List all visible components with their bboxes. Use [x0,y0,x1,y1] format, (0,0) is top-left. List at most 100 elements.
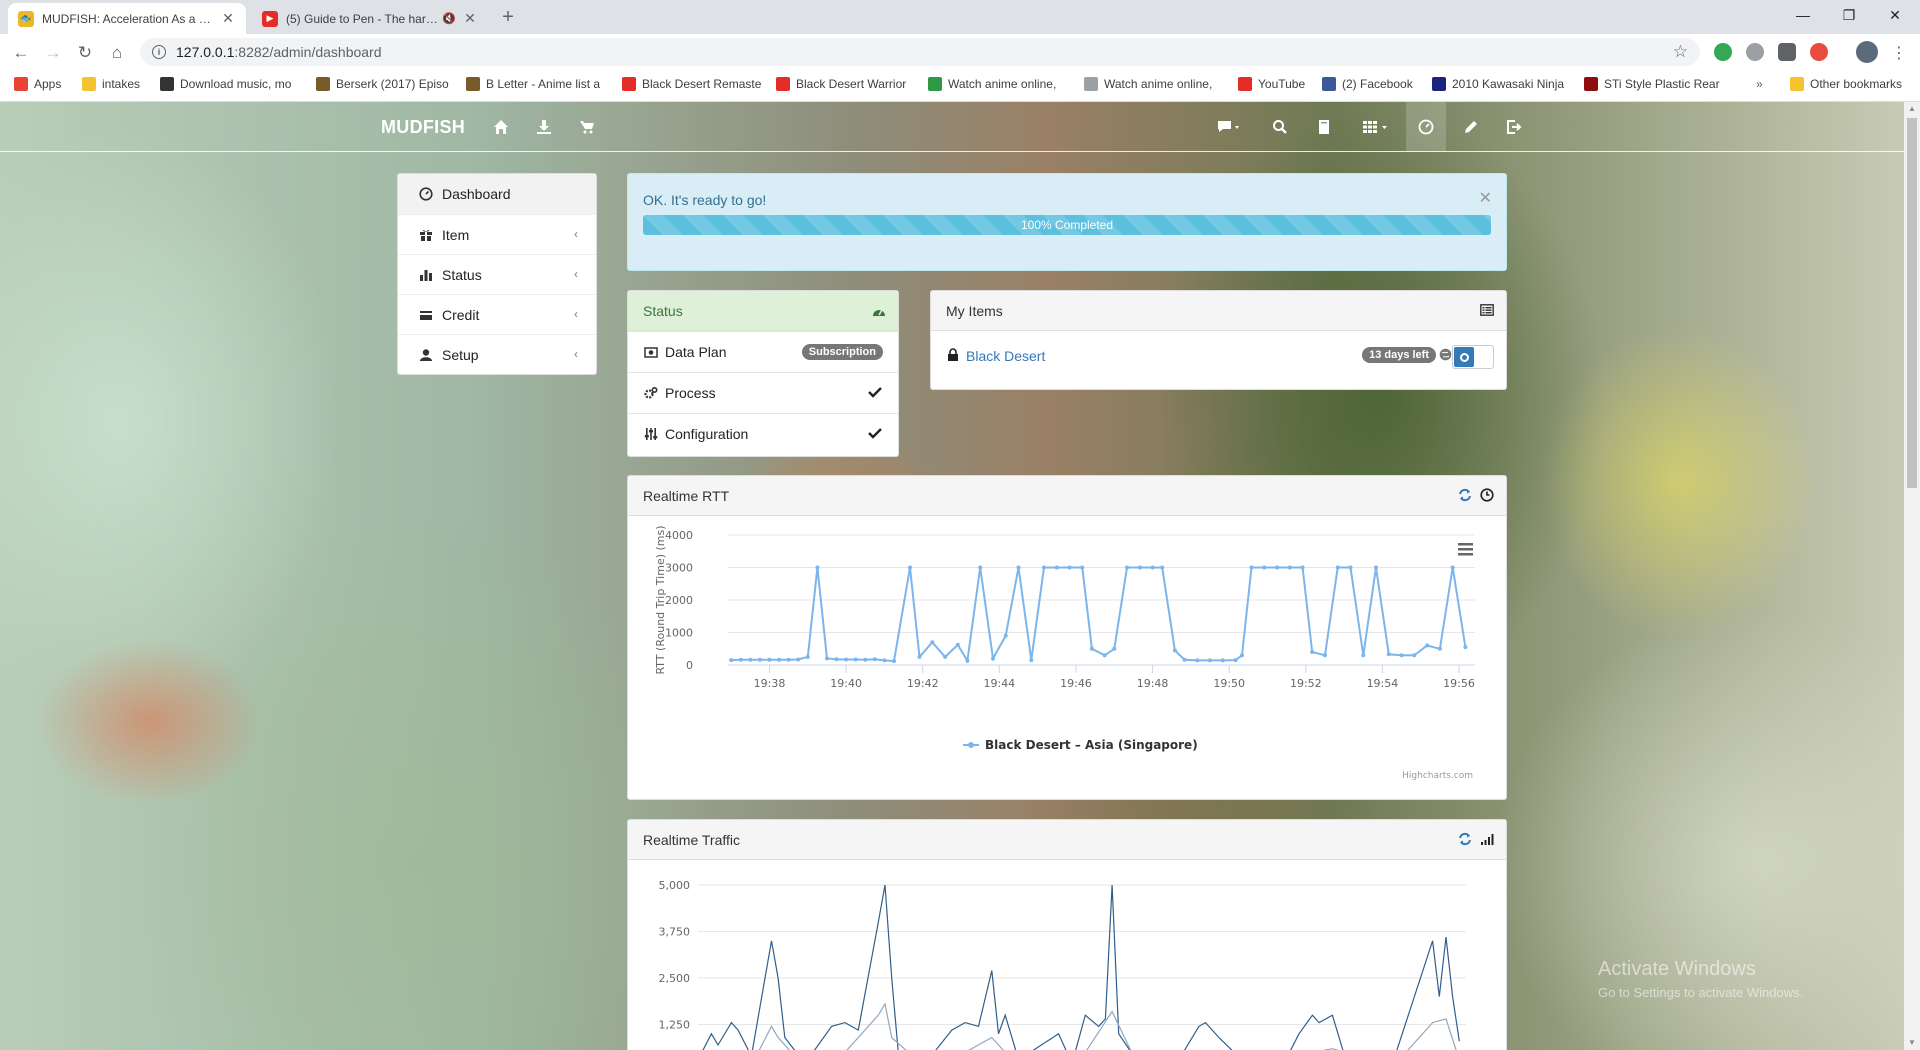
minimize-window-button[interactable]: — [1780,0,1826,30]
bookmark-favicon-icon [776,77,790,91]
item-link[interactable]: Black Desert [966,348,1045,364]
site-info-icon[interactable]: i [152,45,166,59]
close-tab-icon[interactable]: ✕ [462,10,478,27]
data-point [767,657,772,662]
clock-icon[interactable] [1480,488,1494,505]
data-point [1425,643,1430,648]
bookmark-item[interactable]: Watch anime online, [1084,77,1212,91]
forward-button[interactable]: → [40,40,66,66]
home-button[interactable]: ⌂ [104,40,130,66]
speaker-mute-icon[interactable]: 🔇 [442,12,456,25]
edit-pencil-icon[interactable] [1458,114,1484,140]
signal-bars-icon[interactable] [1480,832,1494,849]
tab-mudfish[interactable]: 🐟 MUDFISH: Acceleration As a Ser ✕ [8,3,246,34]
close-window-button[interactable]: ✕ [1872,0,1918,30]
bookmark-item[interactable]: Apps [14,77,61,91]
reload-button[interactable]: ↻ [72,40,98,66]
bookmark-star-icon[interactable]: ☆ [1673,42,1688,62]
x-tick-label: 19:46 [1060,677,1092,690]
bookmark-item[interactable]: 2010 Kawasaki Ninja [1432,77,1564,91]
data-point [1287,565,1292,570]
bookmark-favicon-icon [1322,77,1336,91]
search-icon[interactable] [1267,114,1293,140]
data-point [882,658,887,663]
bookmark-item[interactable]: Black Desert Remaste [622,77,761,91]
sidebar-item-credit[interactable]: Credit ‹ [398,294,596,334]
close-alert-icon[interactable]: ✕ [1479,188,1492,208]
extension-icon[interactable] [1714,43,1732,61]
y-axis-title: RTT (Round Trip Time) (ms) [654,525,667,674]
apps-grid-dropdown-icon[interactable] [1358,114,1394,140]
data-point [1016,565,1021,570]
bookmarks-overflow-icon[interactable]: » [1756,77,1763,91]
apps-grid-icon [14,77,28,91]
maximize-window-button[interactable]: ❐ [1826,0,1872,30]
x-tick-label: 19:54 [1367,677,1399,690]
bookmark-item[interactable]: intakes [82,77,140,91]
data-point [1262,565,1267,570]
refresh-icon[interactable] [1458,832,1472,849]
page-scrollbar[interactable]: ▲ ▼ [1904,102,1920,1050]
ublock-extension-icon[interactable] [1810,43,1828,61]
refresh-icon[interactable] [1458,488,1472,505]
data-point [757,657,762,662]
game-lock-icon [946,347,960,365]
sidebar-item-setup[interactable]: Setup ‹ [398,334,596,374]
data-point [1112,646,1117,651]
series-line [731,566,1467,664]
dashboard-nav-icon[interactable] [1406,102,1446,152]
scrollbar-thumb[interactable] [1907,118,1917,488]
bookmark-favicon-icon [82,77,96,91]
address-bar[interactable]: i 127.0.0.1:8282/admin/dashboard ☆ [140,38,1700,66]
scroll-up-arrow-icon[interactable]: ▲ [1904,102,1920,116]
messages-dropdown-icon[interactable] [1212,114,1246,140]
x-tick-label: 19:42 [907,677,939,690]
data-point [834,657,839,662]
download-icon[interactable] [531,114,557,140]
bookmark-item[interactable]: Watch anime online, [928,77,1056,91]
data-point [777,657,782,662]
checkmark-icon [868,426,882,442]
sidebar-item-dashboard[interactable]: Dashboard [398,174,596,214]
data-point [1275,565,1280,570]
list-alt-icon[interactable] [1480,304,1494,316]
y-tick-label: 4000 [665,529,693,542]
bookmark-item[interactable]: B Letter - Anime list a [466,77,600,91]
shield-extension-icon[interactable] [1778,43,1796,61]
new-tab-button[interactable]: + [496,6,520,29]
sidebar-item-status[interactable]: Status ‹ [398,254,596,294]
bookmark-item[interactable]: YouTube [1238,77,1305,91]
shopping-cart-icon[interactable] [574,114,600,140]
item-power-toggle[interactable] [1452,345,1494,369]
logout-icon[interactable] [1501,114,1527,140]
globe-icon[interactable] [1439,348,1452,364]
profile-avatar[interactable] [1856,41,1878,63]
bookmark-item[interactable]: Download music, mo [160,77,291,91]
chart-credit: Highcharts.com [1402,771,1473,781]
sidebar-item-item[interactable]: Item ‹ [398,214,596,254]
book-icon[interactable] [1311,114,1337,140]
bookmark-item[interactable]: STi Style Plastic Rear [1584,77,1720,91]
sliders-icon [643,426,659,442]
bookmark-item[interactable]: Berserk (2017) Episo [316,77,449,91]
other-bookmarks[interactable]: Other bookmarks [1790,77,1902,91]
gift-icon [418,227,434,243]
data-point [1102,653,1107,658]
back-button[interactable]: ← [8,40,34,66]
row-label: Data Plan [665,344,727,360]
close-tab-icon[interactable]: ✕ [220,10,236,27]
status-panel-header: Status [628,291,898,331]
browser-menu-icon[interactable]: ⋮ [1886,40,1912,66]
bookmark-label: STi Style Plastic Rear [1604,77,1720,91]
bookmark-favicon-icon [622,77,636,91]
data-point [1437,646,1442,651]
home-icon[interactable] [488,114,514,140]
scroll-down-arrow-icon[interactable]: ▼ [1904,1036,1920,1050]
bookmark-item[interactable]: (2) Facebook [1322,77,1413,91]
power-toggle-knob-icon [1454,347,1474,367]
adblock-extension-icon[interactable] [1746,43,1764,61]
brand-logo[interactable]: MUDFISH [381,117,465,138]
data-point [1240,653,1244,658]
bookmark-item[interactable]: Black Desert Warrior [776,77,906,91]
tab-youtube[interactable]: ▶ (5) Guide to Pen - The harde 🔇 ✕ [252,3,488,34]
